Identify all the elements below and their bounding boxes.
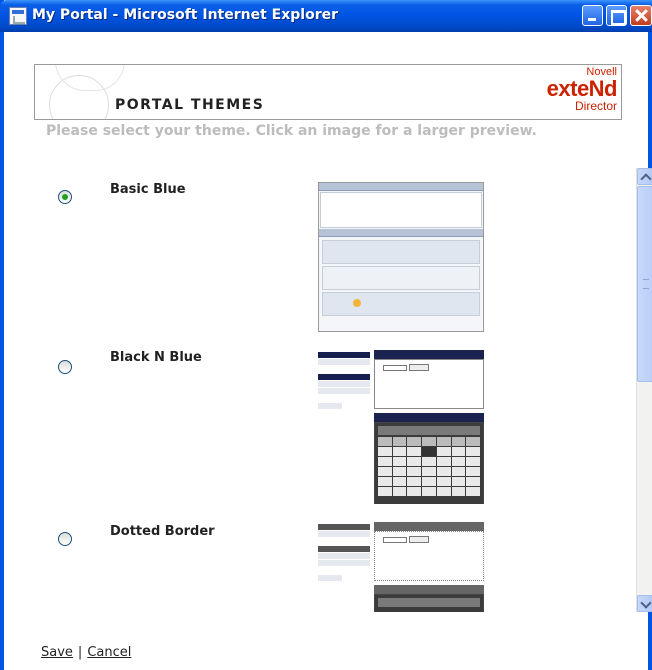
preview-sidebar — [318, 524, 370, 582]
title-bar[interactable]: My Portal - Microsoft Internet Explorer — [0, 0, 652, 32]
preview-black-n-blue[interactable] — [318, 350, 484, 504]
theme-list: Basic Blue Black N Blue Dotted Border — [20, 164, 640, 612]
preview-portlet-bar — [319, 229, 483, 237]
preview-portlet-bar — [319, 183, 483, 191]
preview-basic-blue[interactable] — [318, 182, 484, 332]
preview-weather-row — [322, 292, 480, 316]
novell-extend-logo: Novell exteNd Director — [546, 67, 618, 113]
internet-explorer-icon — [9, 7, 27, 25]
vertical-scrollbar[interactable] — [636, 168, 652, 612]
scroll-up-arrow-icon[interactable] — [637, 168, 652, 185]
link-separator: | — [77, 645, 83, 660]
theme-label-basic-blue: Basic Blue — [110, 182, 186, 197]
radio-dotted-border[interactable] — [58, 532, 72, 546]
theme-label-dotted-border: Dotted Border — [110, 524, 215, 539]
radio-black-n-blue[interactable] — [58, 360, 72, 374]
preview-main — [374, 522, 484, 612]
sun-icon — [353, 299, 361, 307]
scroll-down-arrow-icon[interactable] — [637, 595, 652, 612]
logo-director: Director — [574, 99, 617, 113]
preview-weather-row — [322, 240, 480, 264]
window-title: My Portal - Microsoft Internet Explorer — [32, 7, 339, 23]
scrollbar-thumb[interactable] — [637, 186, 652, 382]
logo-extend: exteNd — [546, 76, 618, 101]
preview-dotted-border[interactable] — [318, 522, 484, 612]
minimize-button[interactable] — [582, 5, 603, 26]
preview-main — [374, 350, 484, 504]
save-link[interactable]: Save — [41, 645, 73, 660]
preview-sidebar — [318, 352, 370, 410]
page-heading: PORTAL THEMES — [115, 97, 265, 113]
close-button[interactable] — [630, 5, 652, 26]
cancel-link[interactable]: Cancel — [87, 645, 131, 660]
theme-label-black-n-blue: Black N Blue — [110, 350, 202, 365]
radio-basic-blue[interactable] — [58, 190, 72, 204]
instruction-text: Please select your theme. Click an image… — [46, 123, 537, 139]
portal-themes-banner: PORTAL THEMES Novell exteNd Director — [34, 64, 622, 120]
preview-portlet-body — [320, 192, 482, 228]
browser-window: My Portal - Microsoft Internet Explorer … — [0, 0, 652, 670]
preview-weather-row — [322, 266, 480, 290]
preview-calendar — [374, 422, 484, 504]
maximize-button[interactable] — [606, 5, 627, 26]
form-actions: Save | Cancel — [41, 645, 131, 660]
